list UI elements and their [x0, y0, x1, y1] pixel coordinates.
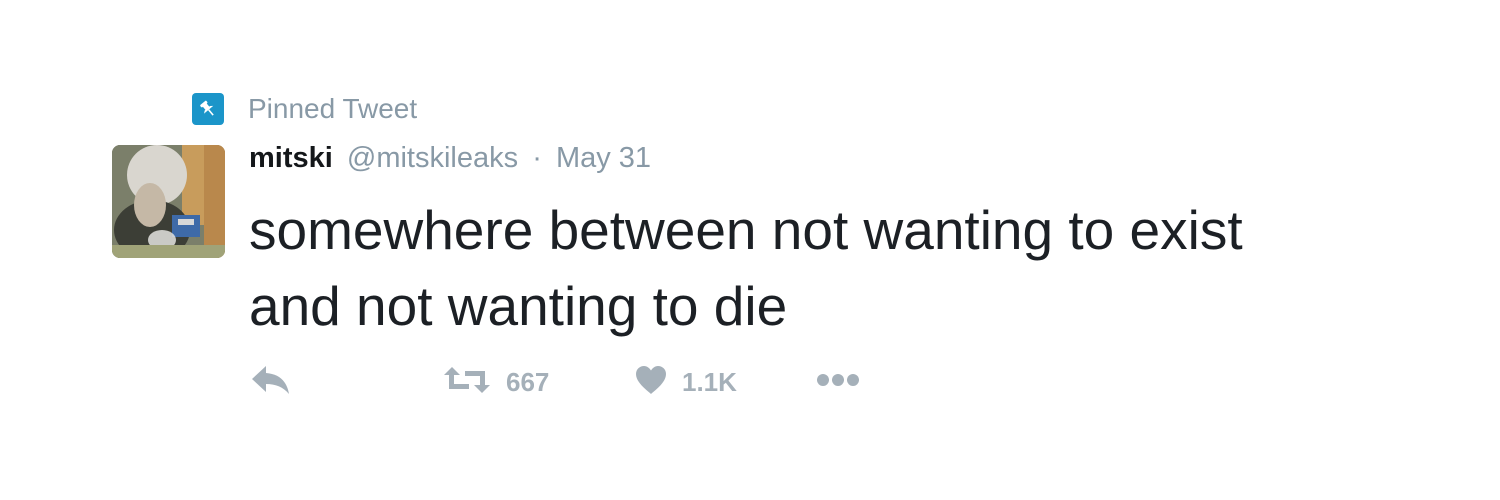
like-button[interactable]: 1.1K	[634, 362, 737, 402]
avatar[interactable]	[112, 145, 225, 258]
retweet-count: 667	[506, 366, 550, 397]
retweet-icon	[442, 363, 492, 402]
reply-button[interactable]	[250, 362, 292, 402]
heart-icon	[634, 364, 668, 401]
pinned-label: Pinned Tweet	[248, 93, 418, 124]
tweet-text: somewhere between not wanting to exist a…	[249, 192, 1449, 344]
tweet-card[interactable]: Pinned Tweet mitski @mitskileaks · May 3…	[0, 0, 1500, 500]
author-handle[interactable]: @mitskileaks	[347, 142, 518, 174]
pin-icon	[192, 93, 224, 125]
more-button[interactable]	[816, 362, 860, 402]
tweet-text-line: and not wanting to die	[249, 275, 788, 337]
like-count: 1.1K	[682, 366, 737, 397]
tweet-header: mitski @mitskileaks · May 31	[249, 142, 651, 175]
tweet-text-line: somewhere between not wanting to exist	[249, 199, 1243, 261]
reply-icon	[250, 363, 292, 402]
separator-dot: ·	[532, 142, 542, 174]
retweet-button[interactable]: 667	[442, 362, 549, 402]
pinned-indicator: Pinned Tweet	[192, 92, 417, 126]
tweet-date[interactable]: May 31	[556, 142, 651, 174]
more-icon	[816, 373, 860, 392]
author-name[interactable]: mitski	[249, 142, 333, 174]
